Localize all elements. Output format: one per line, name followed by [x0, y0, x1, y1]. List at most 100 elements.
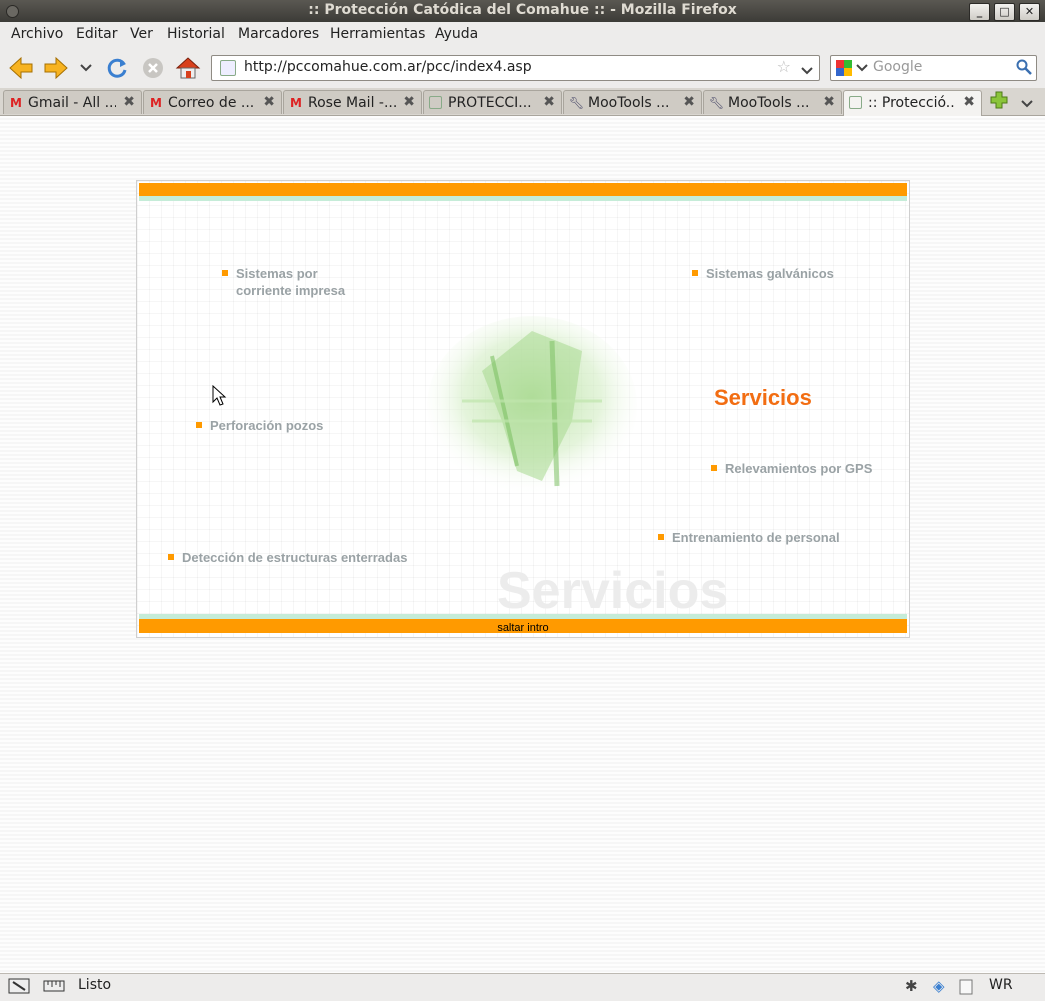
address-bar[interactable]: http://pccomahue.com.ar/pcc/index4.asp ☆ [211, 55, 820, 81]
tab-mootools-1[interactable]: 🔧︎ MooTools ... ✖ [563, 90, 702, 114]
menu-ayuda[interactable]: Ayuda [435, 26, 478, 42]
service-entrenamiento[interactable]: Entrenamiento de personal [658, 529, 840, 546]
close-tab-icon[interactable]: ✖ [683, 94, 695, 110]
close-tab-icon[interactable]: ✖ [263, 94, 275, 110]
google-icon [836, 60, 868, 76]
skip-intro-link[interactable]: saltar intro [497, 622, 548, 634]
ruler-icon[interactable] [43, 978, 65, 998]
navigation-toolbar: http://pccomahue.com.ar/pcc/index4.asp ☆… [0, 48, 1045, 88]
back-arrow-icon [9, 56, 33, 80]
chevron-down-icon [80, 64, 92, 72]
menu-historial[interactable]: Historial [167, 26, 225, 42]
menu-ver[interactable]: Ver [130, 26, 153, 42]
gmail-icon: M [150, 96, 162, 110]
notes-icon[interactable] [958, 979, 974, 999]
bug-icon[interactable]: ✱ [905, 977, 918, 995]
close-tab-icon[interactable]: ✖ [543, 94, 555, 110]
servicios-watermark: Servicios [497, 562, 729, 620]
history-dropdown-button[interactable] [73, 54, 99, 82]
back-button[interactable] [7, 54, 35, 82]
tab-label: :: Protecció... [868, 95, 956, 111]
stop-icon [143, 58, 163, 78]
chevron-down-icon [1021, 100, 1033, 108]
worker-photo [427, 316, 637, 496]
mouse-cursor-icon [212, 385, 227, 406]
menu-archivo[interactable]: Archivo [11, 26, 63, 42]
gmail-icon: M [290, 96, 302, 110]
site-identity-icon[interactable] [220, 60, 236, 76]
service-galvanicos[interactable]: Sistemas galvánicos [692, 265, 834, 282]
maximize-button[interactable]: □ [994, 3, 1015, 21]
service-entrenamiento-label: Entrenamiento de personal [672, 530, 840, 545]
close-window-button[interactable]: ✕ [1019, 3, 1040, 21]
search-engine-selector[interactable] [835, 59, 869, 81]
tab-label: MooTools ... [728, 95, 810, 111]
page-icon [849, 96, 862, 109]
orange-bullet [222, 270, 228, 276]
bookmark-star-icon[interactable]: ☆ [777, 57, 791, 76]
search-input[interactable]: Google [873, 59, 922, 75]
close-tab-icon[interactable]: ✖ [963, 94, 975, 110]
search-go-button[interactable] [1016, 59, 1032, 79]
home-button[interactable] [174, 54, 202, 82]
chevron-down-icon [801, 67, 813, 75]
location-icon[interactable]: ◈ [933, 977, 945, 995]
tab-label: MooTools ... [588, 95, 670, 111]
home-icon [175, 57, 201, 79]
tab-rose-mail[interactable]: M Rose Mail -... ✖ [283, 90, 422, 114]
service-perforacion-pozos[interactable]: Perforación pozos [196, 417, 324, 434]
orange-bullet [196, 422, 202, 428]
tab-proteccion[interactable]: PROTECCI... ✖ [423, 90, 562, 114]
close-tab-icon[interactable]: ✖ [403, 94, 415, 110]
wrench-icon: 🔧︎ [569, 96, 585, 110]
menu-marcadores[interactable]: Marcadores [238, 26, 319, 42]
orange-bullet [658, 534, 664, 540]
list-all-tabs-button[interactable] [1021, 96, 1033, 112]
stop-button[interactable] [139, 54, 167, 82]
service-pozos-label: Perforación pozos [210, 418, 324, 433]
service-galvanicos-label: Sistemas galvánicos [706, 266, 834, 281]
gmail-icon: M [10, 96, 22, 110]
plus-icon [990, 91, 1008, 109]
tab-gmail-all[interactable]: M Gmail - All ... ✖ [3, 90, 142, 114]
tab-label: Correo de ... [168, 95, 255, 111]
new-tab-button[interactable] [989, 90, 1009, 114]
orange-bullet [711, 465, 717, 471]
status-bar: Listo ✱ ◈ WR [0, 973, 1045, 1001]
tab-label: Rose Mail -... [308, 95, 396, 111]
service-deteccion[interactable]: Detección de estructuras enterradas [168, 549, 408, 566]
service-corriente-impresa[interactable]: Sistemas por corriente impresa [222, 265, 345, 299]
search-box[interactable]: Google [830, 55, 1037, 81]
service-corriente-label-1: Sistemas por [236, 266, 318, 281]
service-deteccion-label: Detección de estructuras enterradas [182, 550, 408, 565]
tab-mootools-2[interactable]: 🔧︎ MooTools ... ✖ [703, 90, 842, 114]
forward-arrow-icon [44, 56, 68, 80]
orange-bullet [692, 270, 698, 276]
reload-icon [107, 58, 127, 78]
menu-editar[interactable]: Editar [76, 26, 117, 42]
close-tab-icon[interactable]: ✖ [123, 94, 135, 110]
tab-strip: M Gmail - All ... ✖ M Correo de ... ✖ M … [0, 88, 1045, 116]
top-orange-bar [139, 183, 907, 196]
tab-proteccion-active[interactable]: :: Protecció... ✖ [843, 90, 982, 116]
flash-intro: Sistemas por corriente impresa Sistemas … [136, 180, 910, 638]
menu-bar: Archivo Editar Ver Historial Marcadores … [0, 22, 1045, 48]
bottom-orange-bar: saltar intro [139, 619, 907, 634]
address-url[interactable]: http://pccomahue.com.ar/pcc/index4.asp [244, 59, 532, 75]
magnifier-icon [1016, 59, 1032, 75]
close-tab-icon[interactable]: ✖ [823, 94, 835, 110]
forward-button[interactable] [42, 54, 70, 82]
page-content: Sistemas por corriente impresa Sistemas … [0, 116, 1045, 973]
status-indicator: WR [989, 977, 1013, 993]
reload-button[interactable] [103, 54, 131, 82]
window-titlebar: :: Protección Catódica del Comahue :: - … [0, 0, 1045, 22]
minimize-button[interactable]: _ [969, 3, 990, 21]
tab-label: Gmail - All ... [28, 95, 116, 111]
service-gps[interactable]: Relevamientos por GPS [711, 460, 872, 477]
menu-herramientas[interactable]: Herramientas [330, 26, 425, 42]
address-dropdown-button[interactable] [801, 63, 813, 79]
tab-correo[interactable]: M Correo de ... ✖ [143, 90, 282, 114]
pencil-icon[interactable] [8, 978, 30, 998]
wrench-icon: 🔧︎ [709, 96, 725, 110]
status-text: Listo [78, 977, 112, 993]
